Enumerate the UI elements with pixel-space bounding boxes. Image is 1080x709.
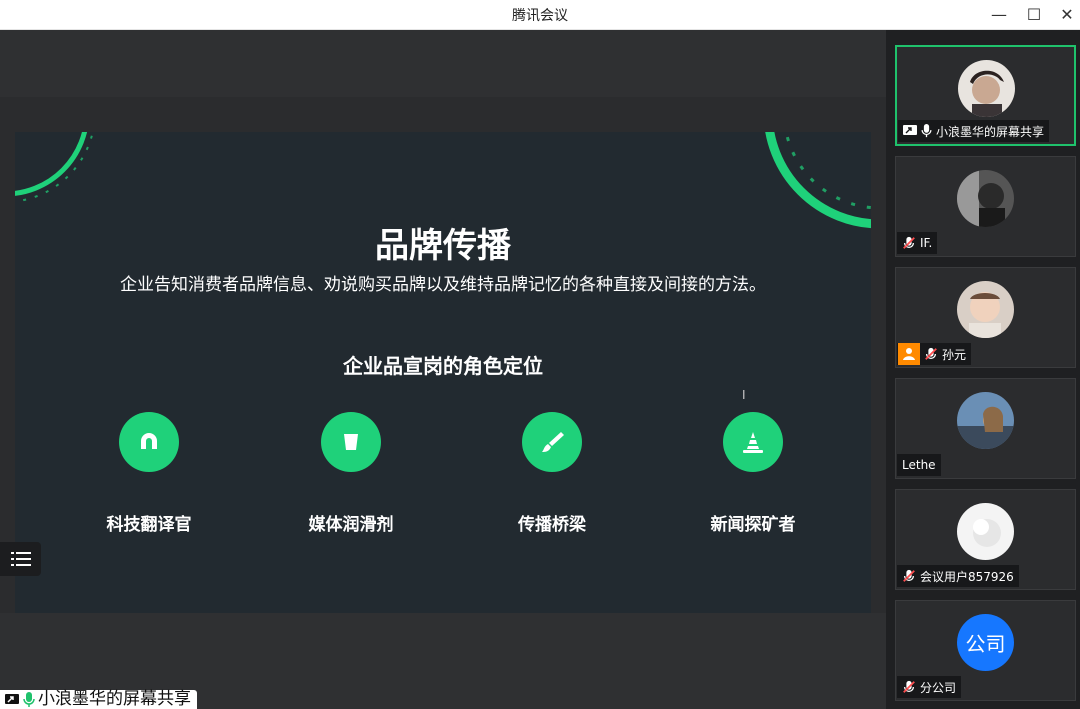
participant-name: 小浪墨华的屏幕共享 [936, 124, 1045, 139]
mic-muted-icon [902, 569, 916, 583]
participant-name-tag: 分公司 [897, 676, 962, 698]
participant-name-tag: Lethe [897, 454, 941, 476]
window-title: 腾讯会议 [512, 8, 568, 24]
cone-icon [723, 412, 783, 472]
role-label: 媒体润滑剂 [308, 515, 394, 535]
participant-name-tag: 会议用户857926 [897, 565, 1019, 587]
title-bar: 腾讯会议 — ☐ ✕ [0, 0, 1080, 30]
gear-decoration-right [765, 132, 871, 229]
screen-share-label: 小浪墨华的屏幕共享 [38, 689, 191, 709]
mic-muted-icon [902, 236, 916, 250]
avatar [957, 170, 1014, 227]
role-item: 媒体润滑剂 [271, 412, 431, 535]
avatar [957, 392, 1014, 449]
magnet-icon [119, 412, 179, 472]
participant-name: IF. [920, 236, 933, 250]
mic-muted-icon [924, 347, 938, 361]
avatar: 公司 [957, 614, 1014, 671]
brush-icon [522, 412, 582, 472]
participant-name-tag: 孙元 [897, 343, 972, 365]
cup-icon [321, 412, 381, 472]
avatar [958, 60, 1015, 117]
participant-name: 孙元 [942, 347, 967, 362]
mic-muted-icon [902, 680, 916, 694]
participant-name: Lethe [902, 458, 936, 472]
role-item: 科技翻译官 [69, 412, 229, 535]
participant-name-tag: 小浪墨华的屏幕共享 [898, 120, 1050, 142]
list-icon [10, 552, 31, 566]
participant-tile[interactable]: 孙元 [895, 267, 1076, 368]
role-label: 传播桥梁 [518, 515, 586, 535]
role-item: 新闻探矿者 [673, 412, 833, 535]
slide-subtitle: 企业告知消费者品牌信息、劝说购买品牌以及维持品牌记忆的各种直接及间接的方法。 [120, 275, 766, 295]
mic-icon [23, 691, 35, 707]
top-band [0, 30, 886, 97]
slide-title: 品牌传播 [375, 226, 511, 266]
section-heading: 企业品宣岗的角色定位 [343, 354, 543, 378]
slide-list-button[interactable] [0, 542, 41, 576]
participant-tile[interactable]: 小浪墨华的屏幕共享 [895, 45, 1076, 146]
text-cursor-icon: I [742, 388, 746, 402]
role-label: 科技翻译官 [106, 515, 192, 535]
participant-sidebar: 小浪墨华的屏幕共享 IF. 孙元 Lethe 会议用户857926 公司 分公司 [886, 30, 1080, 709]
avatar [957, 503, 1014, 560]
gear-decoration-left [15, 132, 94, 203]
maximize-button[interactable]: ☐ [1021, 2, 1047, 26]
avatar [957, 281, 1014, 338]
participant-name: 会议用户857926 [920, 569, 1014, 584]
avatar-initials: 公司 [965, 632, 1006, 656]
minimize-button[interactable]: — [986, 2, 1012, 26]
host-badge-icon [898, 343, 920, 365]
role-label: 新闻探矿者 [710, 515, 796, 535]
participant-name-tag: IF. [897, 232, 938, 254]
participant-tile[interactable]: IF. [895, 156, 1076, 257]
participant-name: 分公司 [920, 680, 957, 695]
shared-screen-area: 品牌传播 企业告知消费者品牌信息、劝说购买品牌以及维持品牌记忆的各种直接及间接的… [0, 30, 886, 709]
screen-share-icon [903, 125, 917, 137]
close-button[interactable]: ✕ [1054, 2, 1080, 26]
presentation-slide: 品牌传播 企业告知消费者品牌信息、劝说购买品牌以及维持品牌记忆的各种直接及间接的… [15, 132, 871, 613]
participant-tile[interactable]: 公司 分公司 [895, 600, 1076, 701]
mic-icon [921, 124, 932, 138]
screen-share-tag: 小浪墨华的屏幕共享 [0, 690, 197, 709]
participant-tile[interactable]: Lethe [895, 378, 1076, 479]
role-item: 传播桥梁 [472, 412, 632, 535]
screen-share-icon [5, 693, 19, 704]
participant-tile[interactable]: 会议用户857926 [895, 489, 1076, 590]
